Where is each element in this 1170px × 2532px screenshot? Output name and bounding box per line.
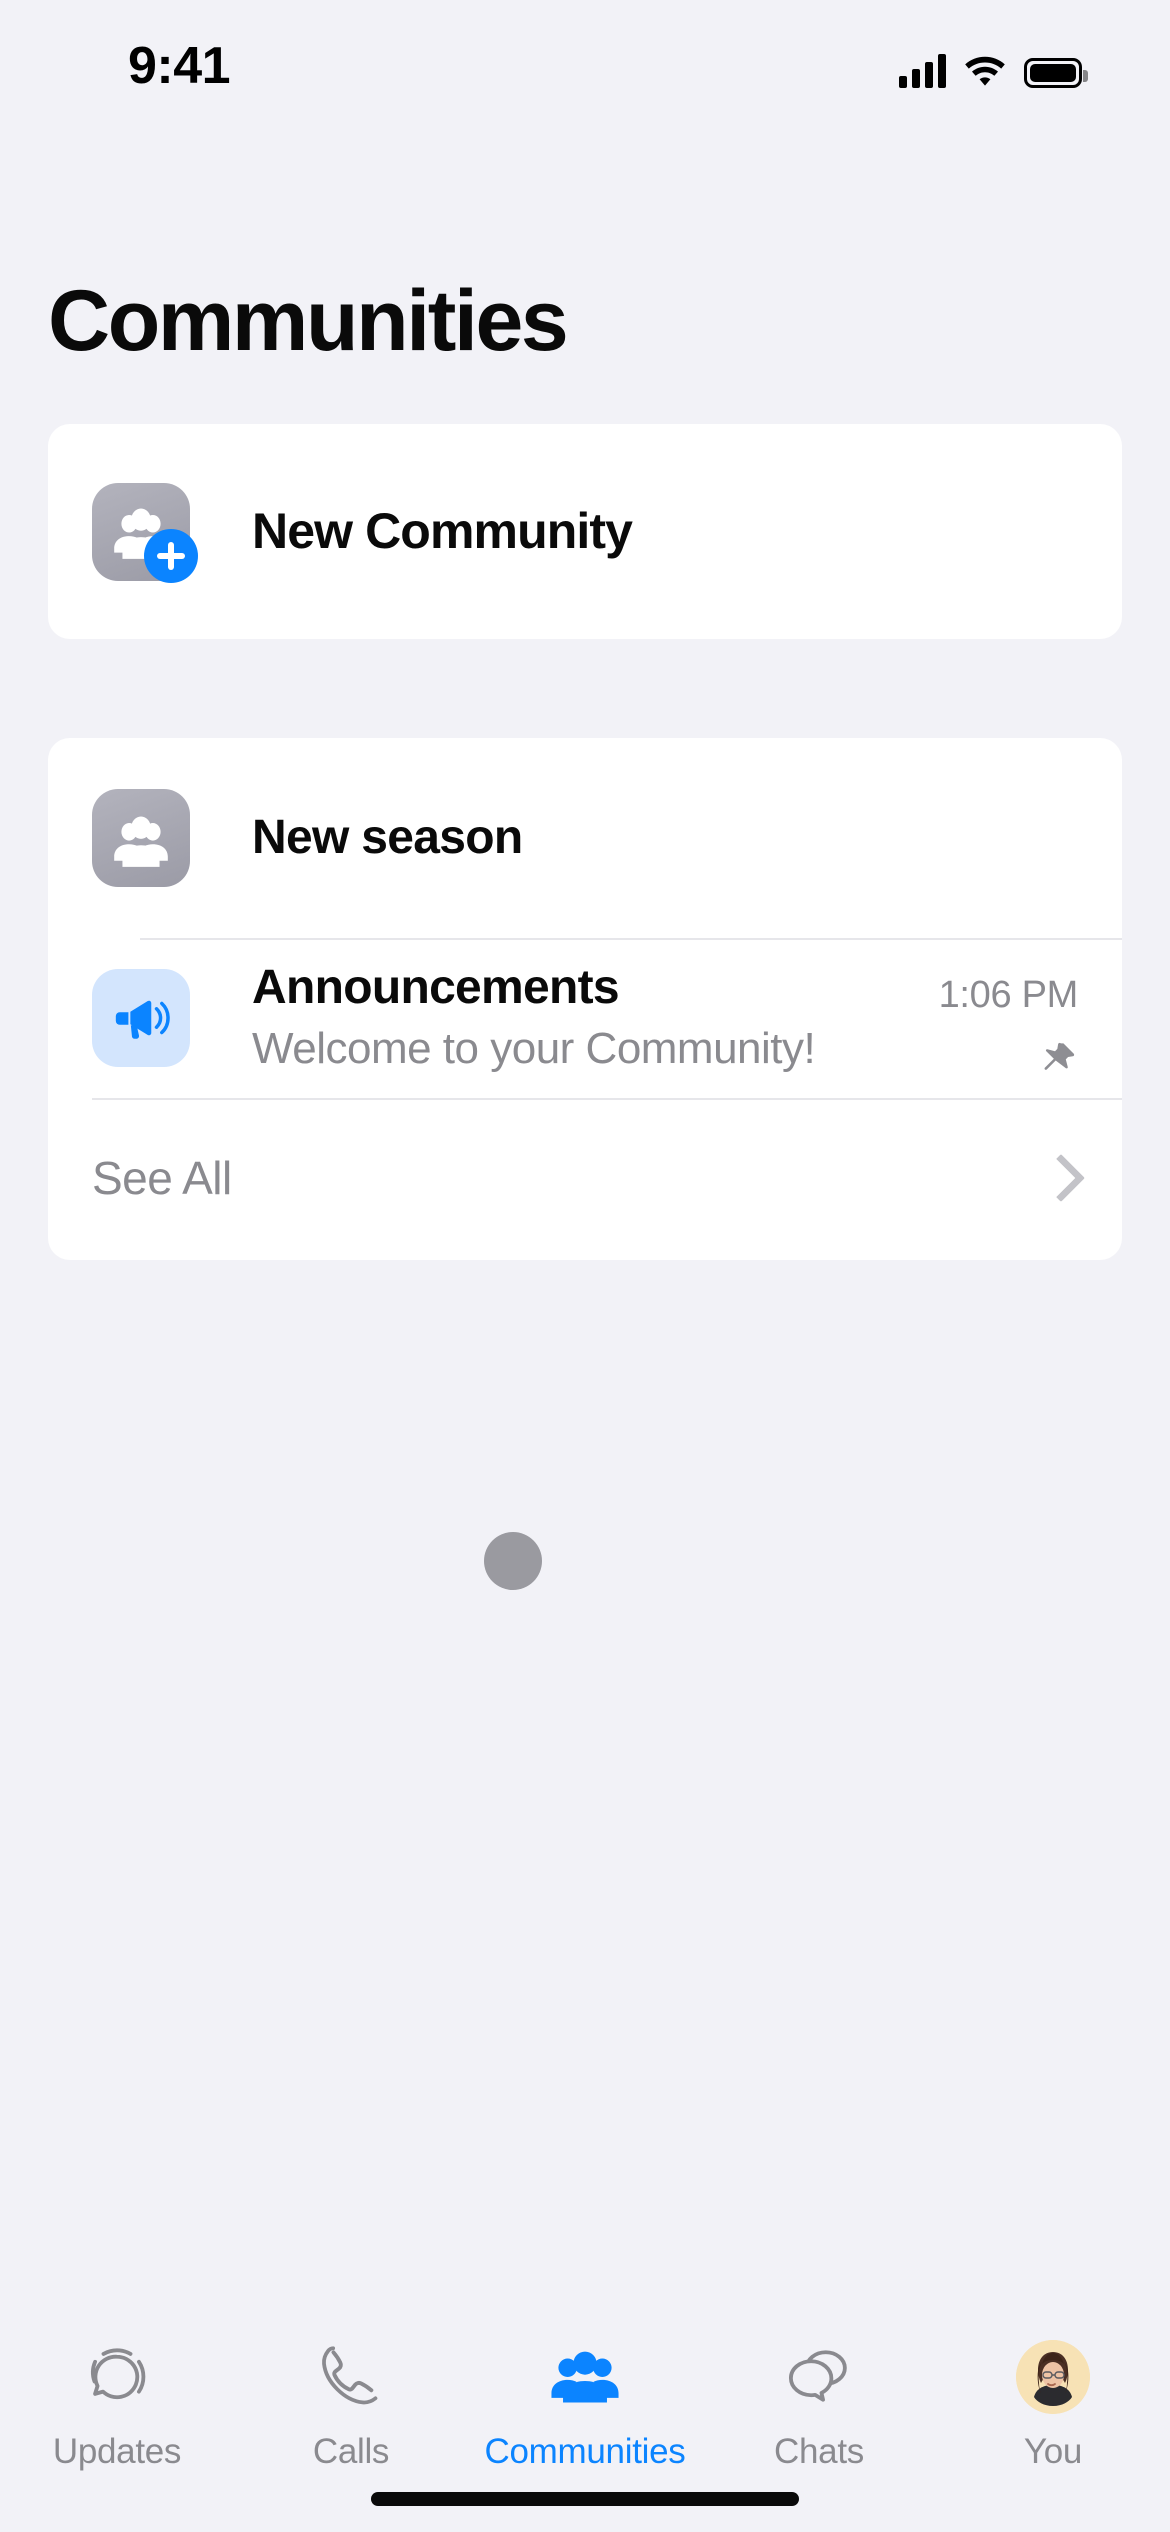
tab-communities[interactable]: Communities	[468, 2334, 702, 2472]
app-screen: 9:41 Communities New Community New seaso…	[0, 0, 1170, 2532]
profile-avatar-icon	[1016, 2334, 1090, 2420]
new-community-card[interactable]: New Community	[48, 424, 1122, 639]
tab-you[interactable]: You	[936, 2334, 1170, 2472]
row-meta: 1:06 PM	[939, 974, 1122, 1081]
status-bar: 9:41	[0, 0, 1170, 140]
page-title: Communities	[48, 273, 569, 369]
megaphone-icon	[92, 969, 190, 1067]
status-updates-icon	[81, 2334, 153, 2420]
loading-dot	[484, 1532, 542, 1590]
tab-calls[interactable]: Calls	[234, 2334, 468, 2472]
new-community-row[interactable]: New Community	[48, 424, 1122, 639]
community-header-text: New season	[190, 811, 1122, 865]
see-all-row[interactable]: See All	[48, 1098, 1122, 1258]
plus-badge-icon	[144, 528, 198, 583]
tab-chats[interactable]: Chats	[702, 2334, 936, 2472]
divider	[140, 938, 1122, 940]
battery-full-icon	[1024, 58, 1088, 88]
row-title: Announcements	[252, 961, 620, 1015]
cellular-bars-icon	[899, 54, 946, 88]
tab-updates[interactable]: Updates	[0, 2334, 234, 2472]
community-name: New season	[252, 811, 523, 865]
tab-label: Chats	[774, 2432, 864, 2471]
status-bar-indicators	[899, 46, 1088, 88]
tab-label: Updates	[52, 2432, 182, 2471]
row-subtitle: Welcome to your Community!	[252, 1024, 816, 1074]
row-timestamp: 1:06 PM	[938, 974, 1079, 1016]
see-all-label: See All	[92, 1152, 232, 1204]
avatar	[92, 789, 190, 887]
people-group-icon	[548, 2334, 622, 2420]
tab-label: You	[1023, 2432, 1083, 2471]
tab-label: Calls	[312, 2432, 390, 2471]
community-card: New season Announcements Welcome to your…	[48, 738, 1122, 1260]
wifi-icon	[965, 56, 1005, 86]
tab-label: Communities	[484, 2432, 686, 2471]
chevron-right-icon	[1036, 1153, 1086, 1203]
table-row[interactable]: Announcements Welcome to your Community!…	[48, 938, 1122, 1098]
status-bar-time: 9:41	[128, 37, 231, 95]
avatar	[92, 969, 190, 1067]
avatar	[1016, 2340, 1090, 2414]
group-icon	[92, 789, 190, 887]
home-indicator[interactable]	[371, 2492, 799, 2506]
avatar	[92, 482, 198, 583]
pin-icon	[1044, 1042, 1075, 1070]
new-community-text: New Community	[190, 504, 1122, 559]
new-community-label: New Community	[252, 503, 633, 559]
phone-icon	[316, 2334, 386, 2420]
announcement-text: Announcements Welcome to your Community!	[190, 961, 939, 1074]
divider	[92, 1098, 1122, 1100]
chat-bubbles-icon	[783, 2334, 855, 2420]
community-header-row[interactable]: New season	[48, 738, 1122, 938]
